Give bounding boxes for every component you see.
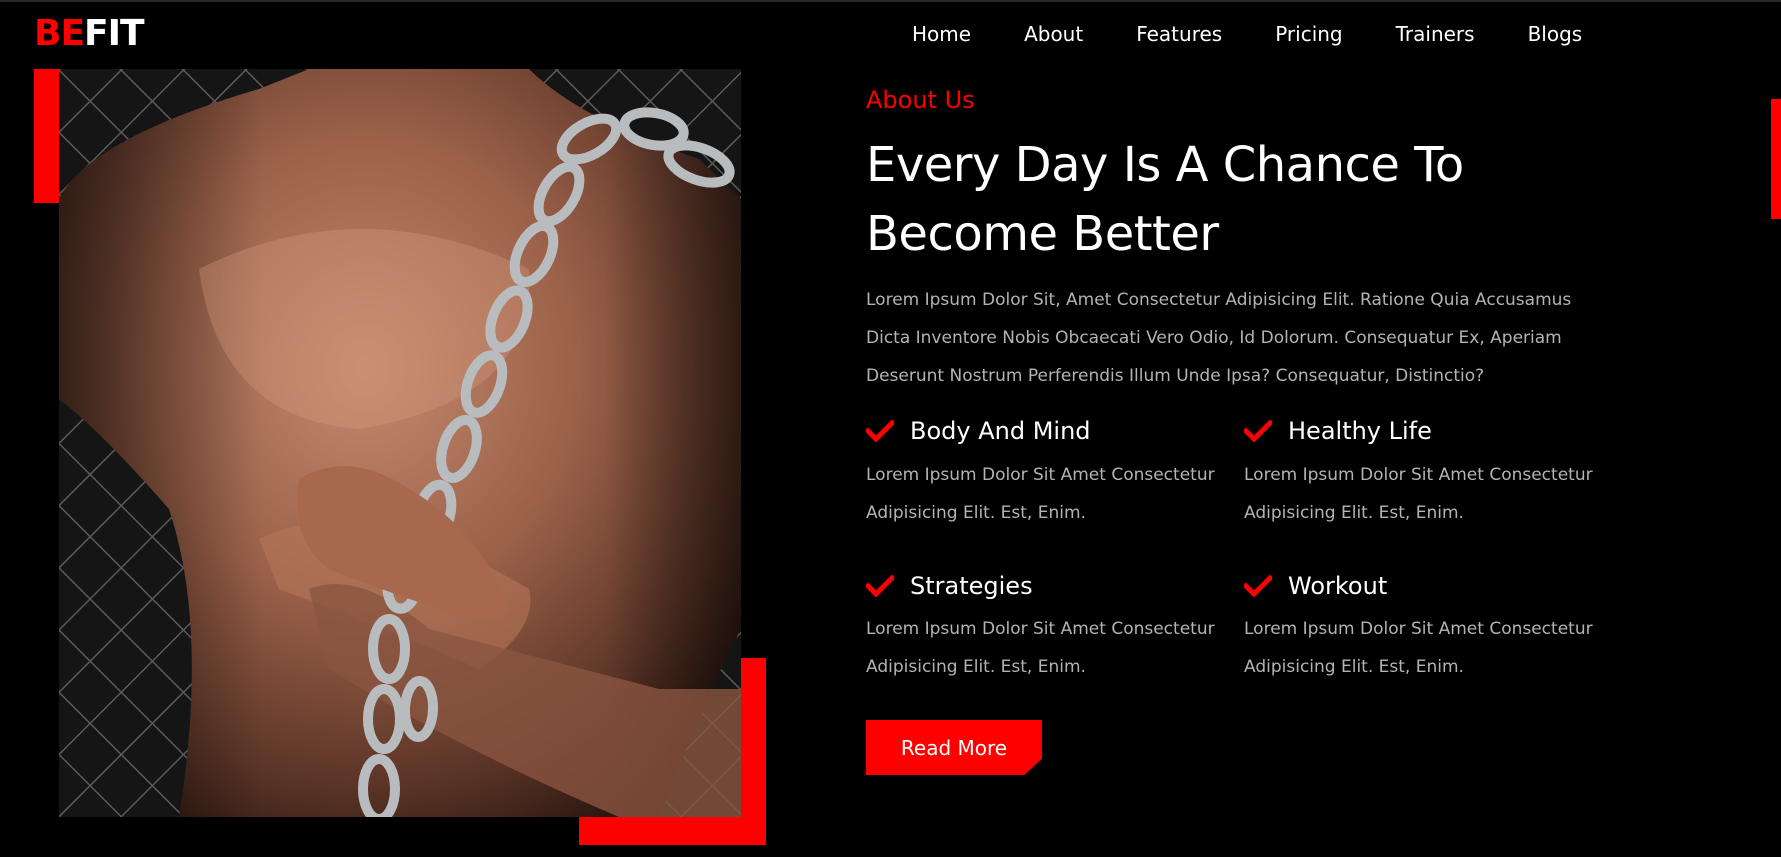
section-description: Lorem Ipsum Dolor Sit, Amet Consectetur …	[866, 289, 1572, 386]
nav-trainers[interactable]: Trainers	[1396, 22, 1475, 46]
hero-image-athlete-with-chain	[59, 69, 741, 817]
section-title-line-2: Become Better	[866, 205, 1219, 262]
site-header: BEFIT Home About Features Pricing Traine…	[0, 2, 1781, 68]
accent-bar-edge-right	[1771, 99, 1781, 219]
logo[interactable]: BEFIT	[34, 13, 145, 54]
feature-item: Workout Lorem Ipsum Dolor Sit Amet Conse…	[1244, 572, 1622, 687]
feature-title: Strategies	[910, 571, 1033, 600]
nav-home[interactable]: Home	[912, 22, 971, 46]
feature-text: Lorem Ipsum Dolor Sit Amet Consectetur A…	[1244, 464, 1593, 523]
feature-item: Healthy Life Lorem Ipsum Dolor Sit Amet …	[1244, 417, 1622, 532]
feature-grid: Body And Mind Lorem Ipsum Dolor Sit Amet…	[866, 417, 1696, 687]
feature-title: Healthy Life	[1288, 416, 1432, 445]
section-title-line-1: Every Day Is A Chance To	[866, 136, 1464, 193]
check-icon	[1244, 574, 1272, 597]
accent-bar-bottom-right-horizontal	[579, 817, 766, 845]
nav-pricing[interactable]: Pricing	[1275, 22, 1342, 46]
feature-text: Lorem Ipsum Dolor Sit Amet Consectetur A…	[866, 464, 1215, 523]
nav-features[interactable]: Features	[1136, 22, 1222, 46]
section-eyebrow: About Us	[866, 86, 975, 114]
check-icon	[866, 574, 894, 597]
feature-text: Lorem Ipsum Dolor Sit Amet Consectetur A…	[1244, 619, 1593, 678]
main-nav: Home About Features Pricing Trainers Blo…	[912, 22, 1582, 46]
feature-item: Body And Mind Lorem Ipsum Dolor Sit Amet…	[866, 417, 1244, 532]
nav-blogs[interactable]: Blogs	[1528, 22, 1583, 46]
check-icon	[866, 420, 894, 443]
logo-part-be: BE	[34, 13, 85, 54]
about-section: About Us Every Day Is A Chance To Become…	[866, 86, 1696, 686]
feature-text: Lorem Ipsum Dolor Sit Amet Consectetur A…	[866, 619, 1215, 678]
read-more-button[interactable]: Read More	[866, 720, 1042, 775]
section-title: Every Day Is A Chance To Become Better	[866, 131, 1696, 269]
nav-about[interactable]: About	[1024, 22, 1083, 46]
check-icon	[1244, 420, 1272, 443]
feature-title: Body And Mind	[910, 416, 1091, 445]
feature-title: Workout	[1288, 571, 1388, 600]
logo-part-fit: FIT	[84, 13, 145, 54]
accent-bar-top-left	[34, 69, 59, 203]
feature-item: Strategies Lorem Ipsum Dolor Sit Amet Co…	[866, 572, 1244, 687]
